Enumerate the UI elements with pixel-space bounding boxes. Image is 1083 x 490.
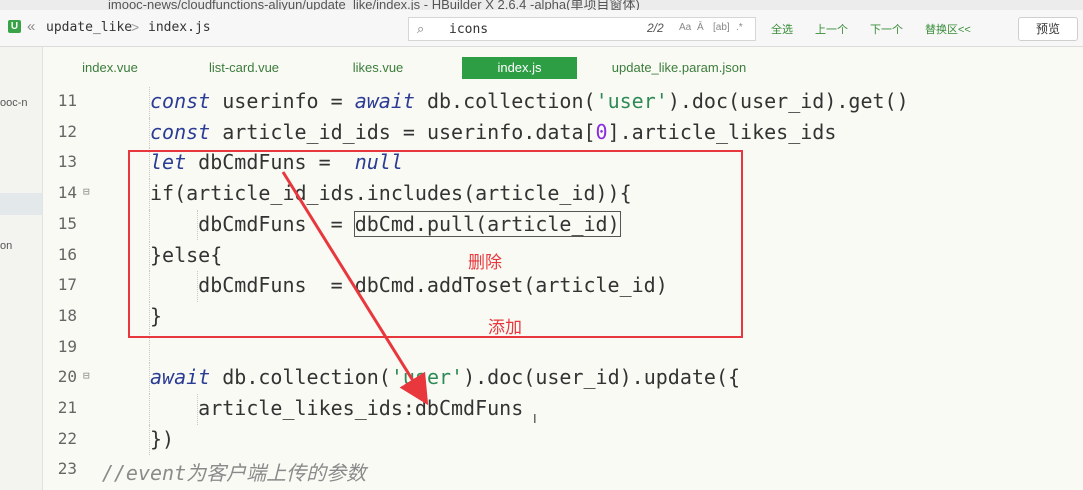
back-arrows-icon[interactable]: «: [27, 18, 35, 35]
toolbar: U « update_like > index.js ⌕ 2/2 Aa Ā [a…: [0, 10, 1083, 47]
line-number: 22: [57, 428, 77, 448]
tab-index-vue[interactable]: index.vue: [65, 57, 155, 79]
line-number: 15: [57, 213, 77, 233]
project-icon[interactable]: U: [8, 20, 21, 33]
code-text[interactable]: await db.collection('user').doc(user_id)…: [150, 365, 740, 389]
line-number: 13: [57, 152, 77, 172]
line-number: 19: [57, 336, 77, 356]
code-line[interactable]: 11 const userinfo = await db.collection('…: [43, 87, 1083, 118]
replace-toggle-button[interactable]: 替换区<<: [925, 21, 971, 37]
code-line[interactable]: 23 //event为客户端上传的参数: [43, 455, 1083, 486]
highlight-box: [128, 150, 743, 338]
delete-annotation: 删除: [468, 253, 502, 272]
tab-likes-vue[interactable]: likes.vue: [333, 57, 423, 79]
fold-toggle-icon[interactable]: ⊟: [83, 369, 90, 382]
indent-guide: [149, 394, 150, 425]
window-titlebar: imooc-news/cloudfunctions-aliyun/update_…: [0, 0, 1083, 10]
search-icon: ⌕: [417, 21, 425, 36]
code-text[interactable]: }): [150, 427, 174, 451]
line-number: 17: [57, 275, 77, 295]
code-text[interactable]: article_likes_ids:dbCmdFuns: [198, 396, 523, 420]
sidebar-item-json[interactable]: on: [0, 240, 12, 252]
select-all-button[interactable]: 全选: [771, 21, 793, 37]
breadcrumb-folder[interactable]: update_like: [46, 20, 132, 35]
search-input[interactable]: [449, 20, 629, 38]
code-line[interactable]: 12 const article_id_ids = userinfo.data[0…: [43, 117, 1083, 149]
sidebar-item-project[interactable]: ooc-n: [0, 97, 28, 109]
code-text[interactable]: const userinfo = await db.collection('us…: [150, 89, 909, 113]
code-text[interactable]: //event为客户端上传的参数: [102, 457, 366, 486]
line-number: 21: [57, 398, 77, 417]
find-previous-button[interactable]: 上一个: [815, 21, 848, 37]
editor-tabs: index.vue list-card.vue likes.vue index.…: [43, 47, 1083, 87]
line-number: 20: [57, 367, 77, 387]
code-line[interactable]: 21 article_likes_ids:dbCmdFuns: [43, 394, 1083, 425]
regex-toggle[interactable]: .*: [736, 22, 743, 33]
search-match-count: 2/2: [647, 21, 664, 35]
tab-list-card-vue[interactable]: list-card.vue: [189, 57, 299, 79]
line-number: 16: [57, 244, 77, 264]
sidebar-selected-item[interactable]: [0, 193, 42, 215]
tab-index-js[interactable]: index.js: [462, 57, 577, 79]
line-number: 23: [57, 459, 77, 479]
add-annotation: 添加: [488, 318, 522, 337]
find-next-button[interactable]: 下一个: [870, 21, 903, 37]
line-number: 11: [57, 91, 77, 110]
match-case-toggle[interactable]: Aa: [679, 22, 691, 33]
breadcrumb-file[interactable]: index.js: [148, 20, 211, 35]
code-line[interactable]: 22}): [43, 424, 1083, 456]
tab-update-like-param-json[interactable]: update_like.param.json: [599, 57, 759, 79]
whole-word-toggle[interactable]: Ā: [697, 22, 704, 33]
line-number: 18: [57, 305, 77, 325]
line-number: 14: [57, 183, 77, 203]
code-line[interactable]: 20 ⊟ await db.collection('user').doc(user_…: [43, 363, 1083, 394]
breadcrumb-separator: >: [131, 19, 140, 35]
code-text[interactable]: const article_id_ids = userinfo.data[0].…: [150, 120, 836, 144]
fold-toggle-icon[interactable]: ⊟: [83, 185, 90, 198]
preview-button[interactable]: 预览: [1018, 17, 1078, 41]
project-sidebar: ooc-n on: [0, 47, 43, 490]
word-boundary-toggle[interactable]: [ab]: [713, 22, 730, 33]
text-cursor-icon: I: [533, 411, 537, 426]
window-title: imooc-news/cloudfunctions-aliyun/update_…: [108, 0, 640, 10]
search-box: ⌕ 2/2 Aa Ā [ab] .*: [408, 17, 756, 41]
line-number: 12: [57, 121, 77, 141]
